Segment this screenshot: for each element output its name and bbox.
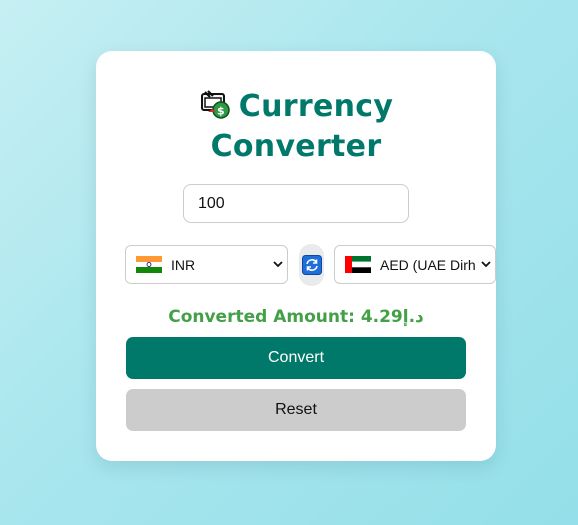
svg-text:$: $ (217, 105, 225, 118)
india-flag-icon (136, 256, 162, 273)
converter-card: $ Currency Converter INR (96, 51, 496, 461)
to-currency-label: AED (UAE Dirh (380, 256, 476, 273)
title-line2: Converter (210, 129, 382, 164)
convert-button[interactable]: Convert (126, 337, 466, 379)
uae-flag-icon (345, 256, 371, 273)
swap-button[interactable] (299, 244, 324, 286)
converted-amount-text: Converted Amount: 4.29د.إ (168, 307, 424, 327)
reset-button[interactable]: Reset (126, 389, 466, 431)
title-line1: Currency (238, 89, 394, 124)
currency-exchange-icon: $ (200, 90, 230, 119)
to-currency-select[interactable]: AED (UAE Dirh (334, 245, 496, 284)
from-currency-label: INR (171, 256, 196, 273)
chevron-down-icon (273, 261, 283, 268)
page-title: $ Currency Converter (96, 87, 496, 167)
swap-icon (301, 255, 322, 275)
from-currency-select[interactable]: INR (125, 245, 288, 284)
chevron-down-icon (481, 261, 491, 268)
amount-input[interactable] (183, 184, 409, 223)
